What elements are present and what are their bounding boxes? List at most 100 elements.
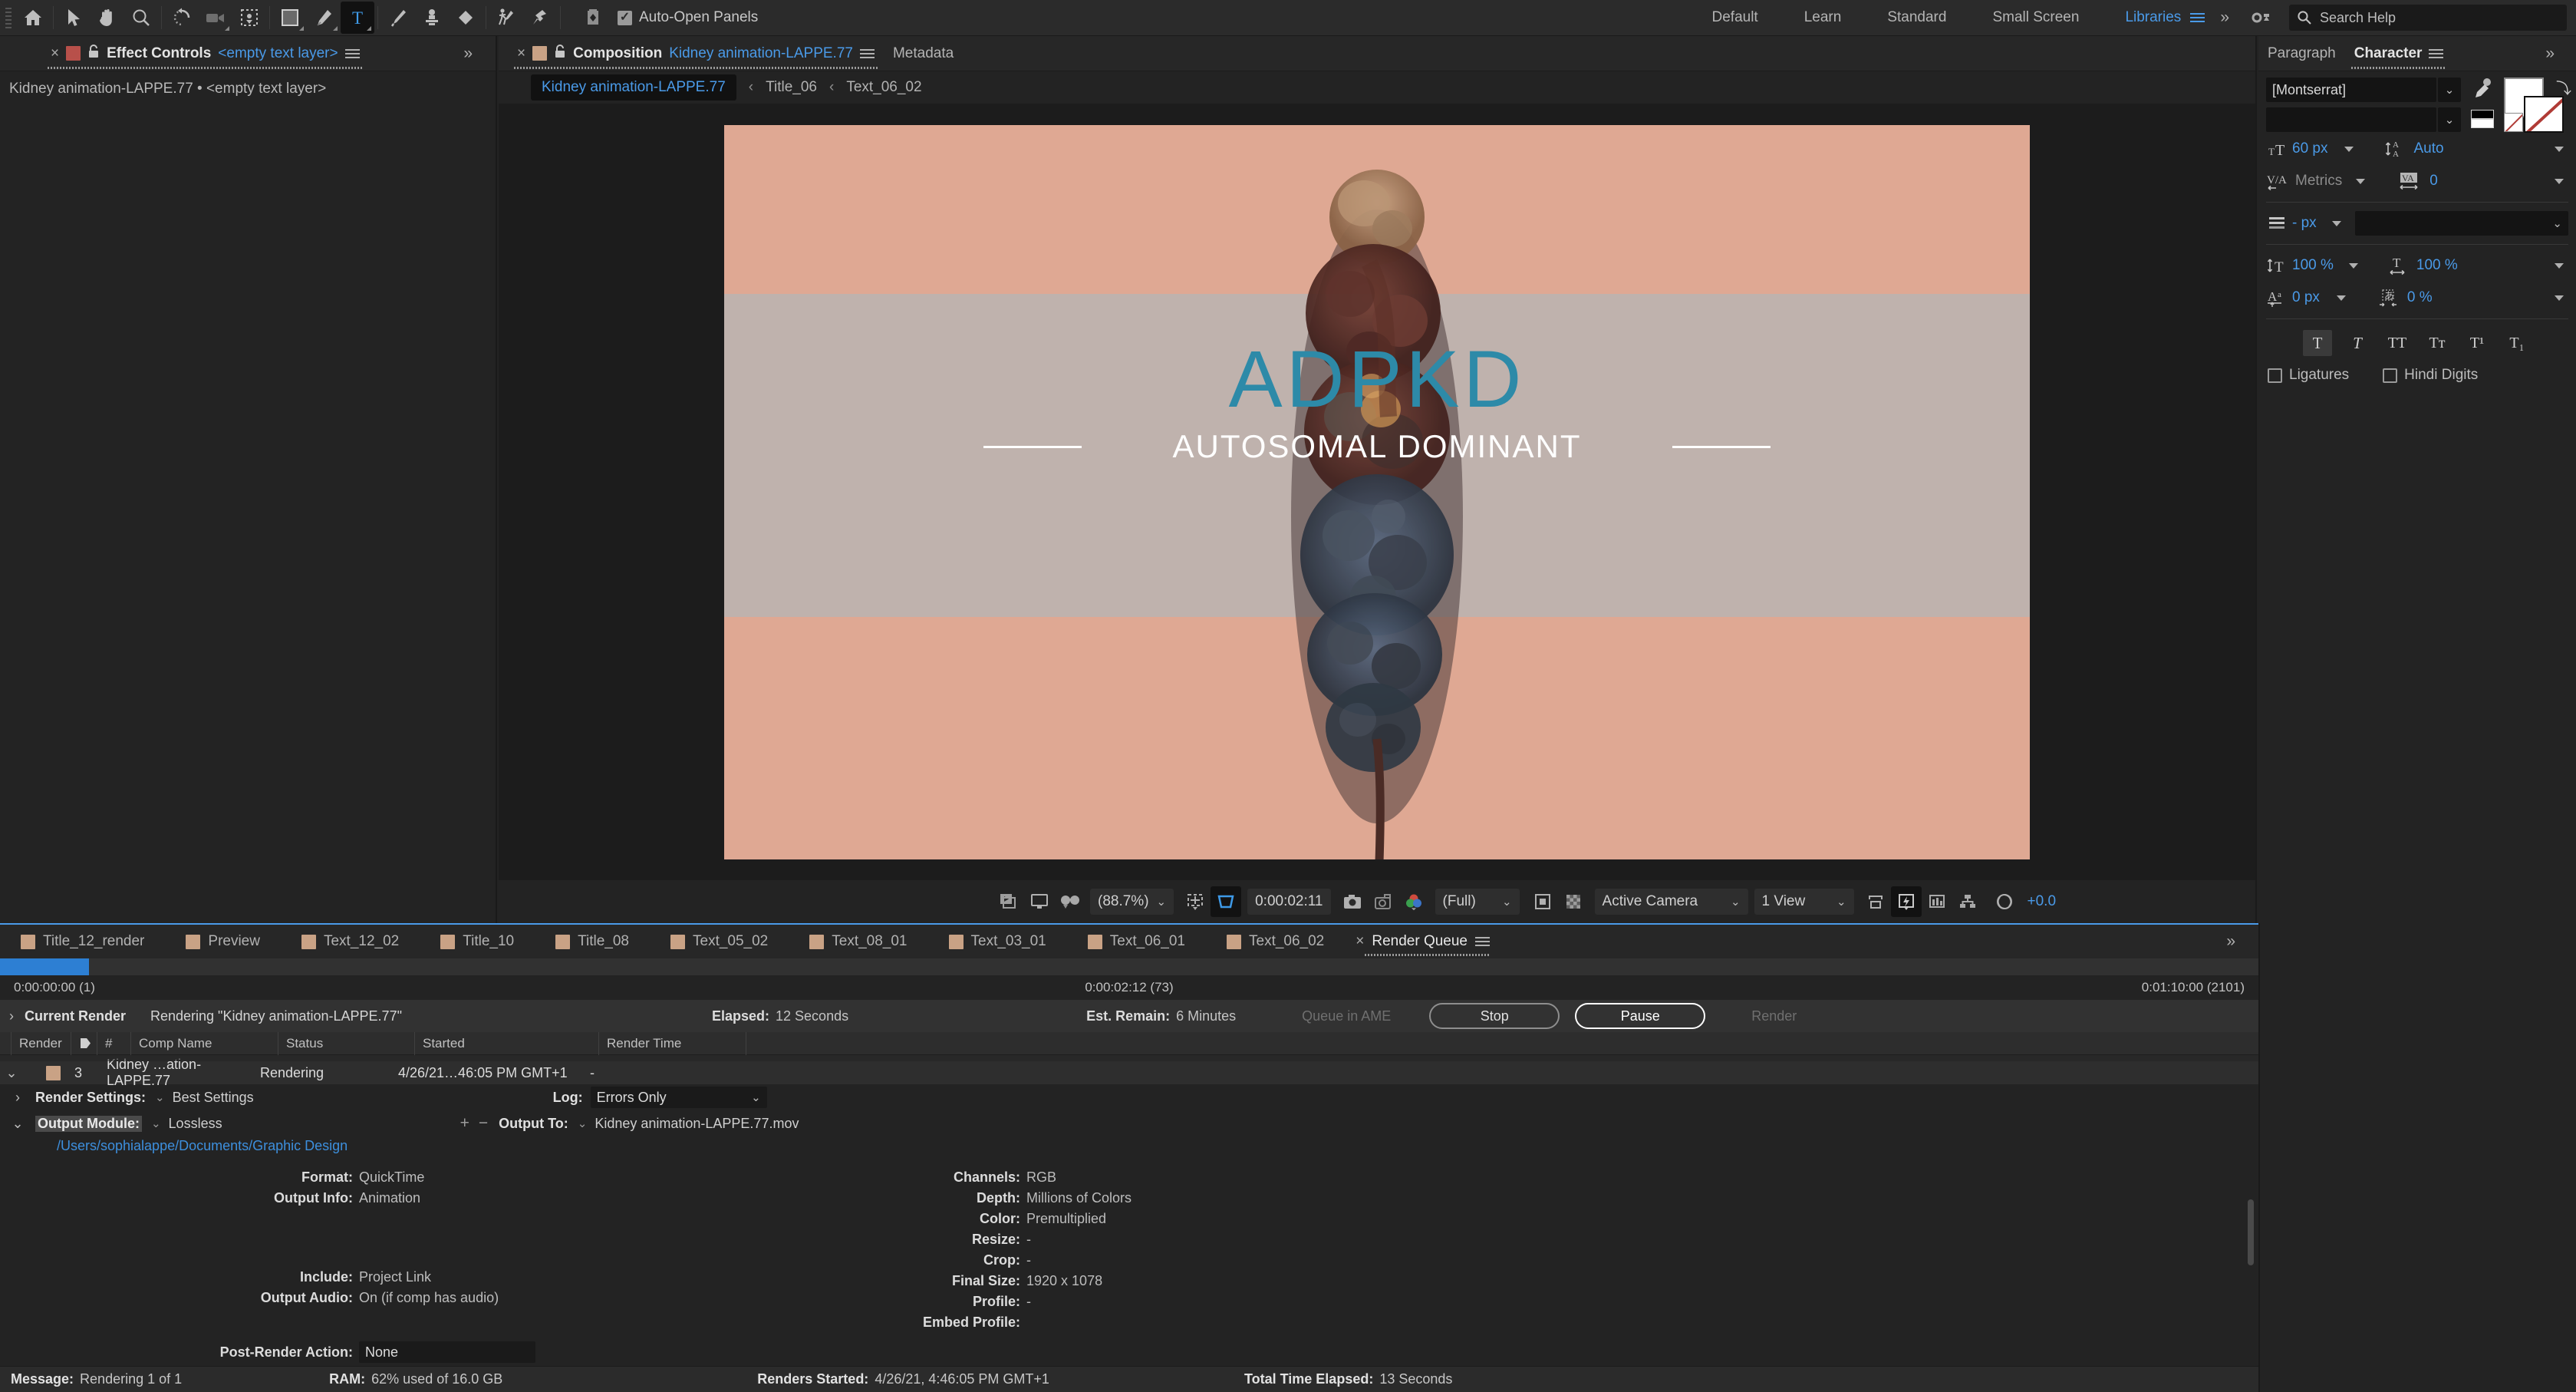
main-viewer-icon[interactable] [1024, 886, 1055, 917]
leading-dropdown-icon[interactable] [2555, 147, 2564, 152]
font-style-dropdown-icon[interactable]: ⌄ [2438, 107, 2461, 132]
snapshot-icon[interactable] [1337, 886, 1368, 917]
tab-character[interactable]: Character [2345, 36, 2453, 71]
checkbox-box[interactable] [618, 11, 632, 25]
camera-select[interactable]: Active Camera ⌄ [1595, 889, 1748, 915]
3d-glasses-icon[interactable] [1055, 886, 1085, 917]
brush-tool-icon[interactable] [381, 2, 415, 34]
vertical-scale-value[interactable]: 100 % [2292, 257, 2334, 274]
panel-overflow-icon[interactable]: » [2211, 932, 2251, 951]
remove-output-module-icon[interactable]: − [479, 1114, 488, 1133]
panel-overflow-icon[interactable]: » [2530, 45, 2570, 63]
search-help-box[interactable]: Search Help [2289, 5, 2567, 31]
baseline-shift-dropdown-icon[interactable] [2337, 295, 2346, 301]
shape-tool-icon[interactable] [273, 2, 307, 34]
tab-title-12-render[interactable]: Title_12_render [0, 925, 165, 958]
font-size-value[interactable]: 60 px [2292, 140, 2327, 157]
expand-arrow-icon[interactable]: ⌄ [0, 1116, 35, 1132]
zoom-tool-icon[interactable] [124, 2, 158, 34]
column-render[interactable]: Render [11, 1032, 71, 1055]
breadcrumb-item-title06[interactable]: Title_06 [766, 79, 817, 96]
puppet-pin-tool-icon[interactable] [523, 2, 557, 34]
current-time-field[interactable]: 0:00:02:11 [1247, 889, 1330, 915]
eraser-tool-icon[interactable] [449, 2, 483, 34]
selection-tool-icon[interactable] [57, 2, 91, 34]
small-caps-button[interactable]: Tт [2423, 330, 2452, 356]
transparency-grid-icon[interactable] [1527, 886, 1558, 917]
home-icon[interactable] [16, 2, 50, 34]
type-tool-icon[interactable]: T [341, 2, 374, 34]
output-module-label[interactable]: Output Module: [35, 1116, 142, 1132]
hand-tool-icon[interactable] [91, 2, 124, 34]
composition-viewer[interactable]: ADPKD AUTOSOMAL DOMINANT POLYCYSTIC KIDN… [499, 104, 2255, 880]
workspace-overflow-icon[interactable]: » [2205, 8, 2245, 27]
workspace-standard[interactable]: Standard [1864, 9, 1969, 26]
tab-text-03-01[interactable]: Text_03_01 [928, 925, 1067, 958]
stroke-width-dropdown-icon[interactable] [2332, 221, 2341, 226]
swap-colors-icon[interactable]: ⤵ [2556, 76, 2571, 98]
breadcrumb-item-text0602[interactable]: Text_06_02 [846, 79, 921, 96]
workspace-learn[interactable]: Learn [1781, 9, 1865, 26]
workspace-settings-icon[interactable] [2245, 2, 2278, 34]
roto-brush-tool-icon[interactable] [489, 2, 523, 34]
tab-title-10[interactable]: Title_10 [420, 925, 535, 958]
close-icon[interactable]: × [51, 46, 59, 61]
resolution-select[interactable]: (Full) ⌄ [1435, 889, 1520, 915]
column-started[interactable]: Started [414, 1032, 598, 1055]
auto-open-panels-checkbox[interactable]: Auto-Open Panels [618, 9, 758, 26]
breadcrumb-item-comp[interactable]: Kidney animation-LAPPE.77 [531, 74, 736, 101]
camera-tool-icon[interactable] [199, 2, 232, 34]
close-icon[interactable]: × [1356, 933, 1364, 950]
panel-menu-icon[interactable] [1475, 937, 1490, 946]
tab-title-08[interactable]: Title_08 [535, 925, 650, 958]
render-queue-scrollbar[interactable] [2248, 1199, 2254, 1265]
font-size-dropdown-icon[interactable] [2344, 147, 2354, 152]
tracking-value[interactable]: 0 [2429, 173, 2438, 190]
post-render-action-select[interactable]: None [359, 1341, 535, 1363]
faux-italic-button[interactable]: T [2343, 330, 2372, 356]
comp-flowchart-icon[interactable] [1952, 886, 1983, 917]
tab-preview[interactable]: Preview [165, 925, 281, 958]
render-button[interactable]: Render [1728, 1003, 1820, 1029]
chevron-down-icon[interactable]: ⌄ [155, 1090, 165, 1104]
font-family-field[interactable]: [Montserrat] [2266, 78, 2436, 102]
close-icon[interactable]: × [517, 46, 525, 61]
checkbox-box[interactable] [2383, 368, 2397, 383]
lock-icon[interactable] [554, 45, 566, 63]
panel-menu-icon[interactable] [2429, 49, 2443, 58]
tab-text-12-02[interactable]: Text_12_02 [281, 925, 420, 958]
bw-swatch-icon[interactable] [2470, 109, 2495, 133]
column-label-icon[interactable] [71, 1032, 97, 1055]
always-preview-icon[interactable] [993, 886, 1024, 917]
tab-text-05-02[interactable]: Text_05_02 [650, 925, 789, 958]
tab-text-06-01[interactable]: Text_06_01 [1067, 925, 1206, 958]
font-style-field[interactable] [2266, 107, 2436, 132]
subscript-button[interactable]: T₁ [2502, 330, 2532, 356]
chevron-down-icon[interactable]: ⌄ [578, 1117, 588, 1130]
rotation-tool-icon[interactable] [165, 2, 199, 34]
grid-guides-icon[interactable] [1180, 886, 1211, 917]
eyedropper-icon[interactable] [2472, 78, 2492, 104]
column-render-time[interactable]: Render Time [598, 1032, 746, 1055]
output-path-link[interactable]: /Users/sophialappe/Documents/Graphic Des… [57, 1138, 348, 1153]
stroke-color-swatch[interactable] [2524, 96, 2564, 133]
vertical-scale-dropdown-icon[interactable] [2349, 263, 2358, 269]
font-family-dropdown-icon[interactable]: ⌄ [2438, 78, 2461, 102]
horizontal-scale-value[interactable]: 100 % [2416, 257, 2458, 274]
queue-in-ame-button[interactable]: Queue in AME [1279, 1003, 1414, 1029]
toolbar-grip[interactable] [4, 6, 16, 29]
pen-tool-icon[interactable] [307, 2, 341, 34]
fast-previews-icon[interactable] [1891, 886, 1922, 917]
tab-text-08-01[interactable]: Text_08_01 [789, 925, 927, 958]
horizontal-scale-dropdown-icon[interactable] [2555, 263, 2564, 269]
chevron-down-icon[interactable]: ⌄ [151, 1117, 161, 1130]
tsume-dropdown-icon[interactable] [2555, 295, 2564, 301]
region-of-interest-icon[interactable] [1211, 886, 1241, 917]
panel-menu-icon[interactable] [345, 49, 360, 58]
kerning-dropdown-icon[interactable] [2356, 179, 2365, 184]
expand-arrow-icon[interactable]: › [9, 1008, 14, 1024]
superscript-button[interactable]: T¹ [2462, 330, 2492, 356]
tracking-dropdown-icon[interactable] [2555, 179, 2564, 184]
lock-icon[interactable] [87, 45, 100, 63]
render-queue-item-row[interactable]: ⌄ 3 Kidney …ation-LAPPE.77 Rendering 4/2… [0, 1061, 2258, 1084]
